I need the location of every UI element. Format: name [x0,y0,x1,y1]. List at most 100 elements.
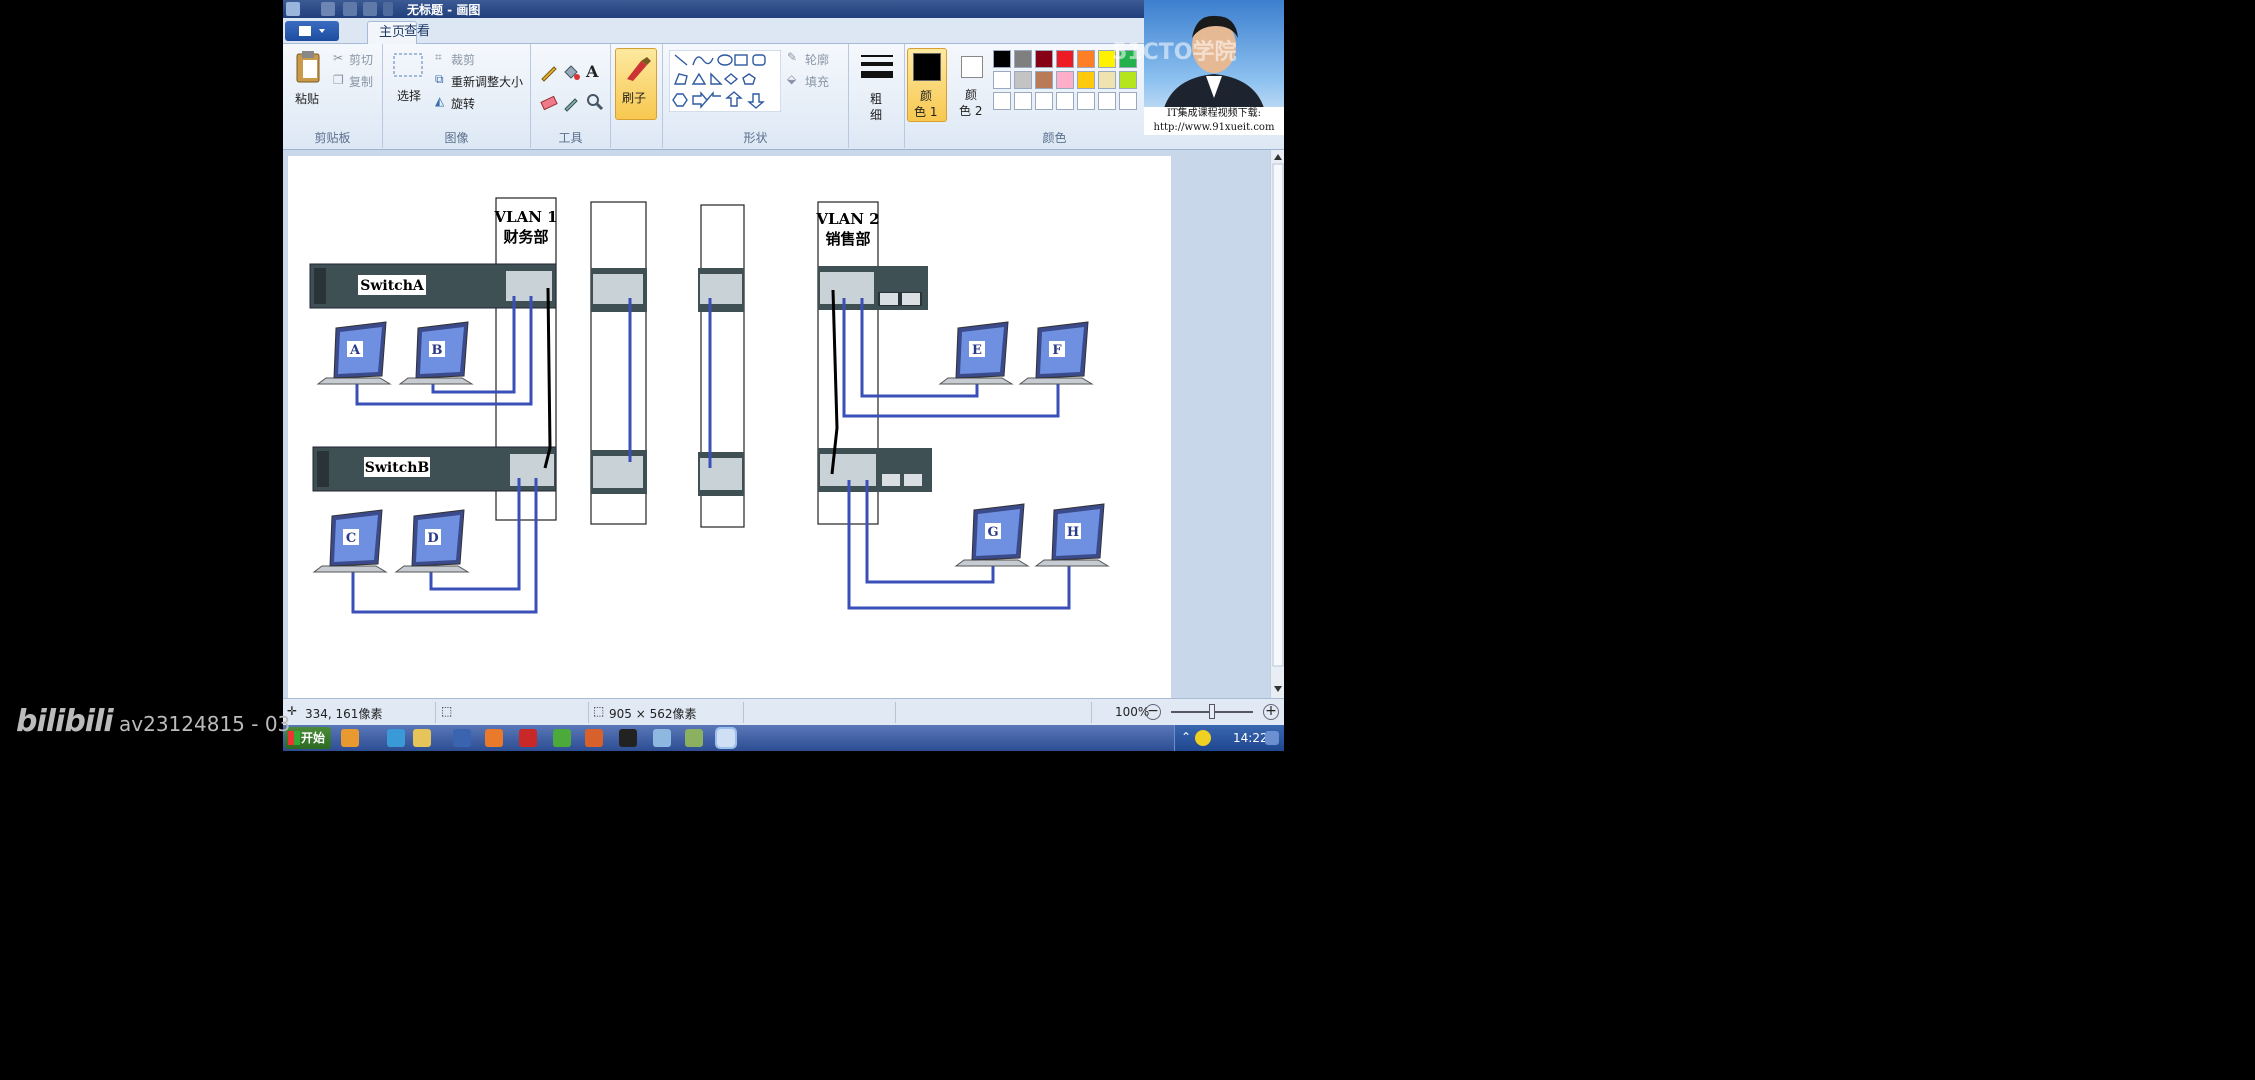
palette-color-swatch[interactable] [1098,92,1116,110]
magnifier-icon[interactable] [585,92,605,112]
eraser-icon[interactable] [539,92,559,112]
network-icon[interactable] [1195,730,1211,746]
watermark-51cto: 51CTO学院 [1112,40,1237,65]
tray-expand-icon[interactable]: ⌃ [1181,730,1191,744]
palette-color-swatch[interactable] [1014,50,1032,68]
zoom-slider-thumb[interactable] [1209,704,1215,719]
size-label-top: 粗 [870,92,883,106]
palette-color-swatch[interactable] [1119,71,1137,89]
color-picker-icon[interactable] [561,92,581,112]
color2-button[interactable]: 颜 色 2 [951,48,989,122]
color2-label-bottom: 色 2 [959,104,983,118]
palette-color-swatch[interactable] [1014,71,1032,89]
title-bar: 无标题 - 画图 [283,0,1284,18]
zoom-out-button[interactable]: − [1145,704,1161,720]
palette-color-swatch[interactable] [1077,71,1095,89]
copy-button[interactable]: ❐ 复制 [333,72,381,90]
host-label: H [1067,525,1079,540]
app-icon-1[interactable] [341,729,359,747]
size-button[interactable]: 粗 细 [855,50,899,124]
crop-button[interactable]: ⌗ 裁剪 [435,50,495,68]
laptop-host: F [1018,321,1094,385]
fill-button[interactable]: ⬙ 填充 [787,72,847,90]
outline-label: 轮廓 [805,53,830,67]
show-desktop-icon[interactable] [1265,731,1279,745]
tab-view[interactable]: 查看 [395,21,439,44]
window-title: 无标题 - 画图 [407,3,481,17]
image-group-label: 图像 [444,131,469,145]
undo-icon[interactable] [343,2,357,16]
switch-b-label: SwitchB [365,460,430,476]
save-icon[interactable] [321,2,335,16]
network-diagram: VLAN 1 财务部 VLAN 2 销售部 SwitchA SwitchB A … [309,197,1110,614]
brushes-button[interactable]: 刷子 [615,48,657,120]
rotate-label: 旋转 [451,97,476,111]
customize-quick-access-icon[interactable] [383,2,393,16]
color1-swatch [913,53,941,81]
app-icon-5[interactable] [485,729,503,747]
rotate-button[interactable]: ◭ 旋转 [435,94,495,112]
tools-group-label: 工具 [558,131,583,145]
cmd-icon[interactable] [619,729,637,747]
switch-b: SwitchB [312,446,932,496]
resize-button[interactable]: ⧉ 重新调整大小 [435,72,529,90]
palette-color-swatch[interactable] [1056,50,1074,68]
vertical-scrollbar[interactable] [1270,150,1284,698]
media-player-icon[interactable] [519,729,537,747]
palette-color-swatch[interactable] [1056,71,1074,89]
select-rectangle-icon [393,53,423,77]
text-tool-icon[interactable]: A [586,62,598,81]
palette-color-swatch[interactable] [1035,92,1053,110]
file-menu-button[interactable] [285,21,339,41]
palette-color-swatch[interactable] [1035,71,1053,89]
group-brushes: 刷子 [611,44,663,148]
select-button[interactable]: 选择 [393,52,427,118]
powerpoint-icon[interactable] [585,729,603,747]
cut-button[interactable]: ✂ 剪切 [333,50,381,68]
fill-label: 填充 [805,75,830,89]
app-icon-11[interactable] [685,729,703,747]
host-label: C [346,531,356,546]
fill-bucket-icon[interactable] [561,62,581,82]
palette-color-swatch[interactable] [1077,50,1095,68]
outline-button[interactable]: ✎ 轮廓 [787,50,847,68]
shapes-gallery[interactable] [669,50,781,112]
palette-color-swatch[interactable] [993,92,1011,110]
palette-color-swatch[interactable] [993,50,1011,68]
resize-label: 重新调整大小 [451,75,524,89]
redo-icon[interactable] [363,2,377,16]
fill-icon: ⬙ [787,72,797,86]
outline-icon: ✎ [787,50,798,64]
drawing-canvas[interactable]: VLAN 1 财务部 VLAN 2 销售部 SwitchA SwitchB A … [288,156,1171,698]
paint-taskbar-icon[interactable] [715,727,737,749]
brush-icon [627,57,651,81]
browser-icon[interactable] [553,729,571,747]
vlan2-sub: 销售部 [825,230,870,248]
ie-icon[interactable] [387,729,405,747]
app-icon-10[interactable] [653,729,671,747]
palette-color-swatch[interactable] [1035,50,1053,68]
app-icon-4[interactable] [453,729,471,747]
color1-button[interactable]: 颜 色 1 [907,48,947,122]
palette-color-swatch[interactable] [1056,92,1074,110]
palette-color-swatch[interactable] [1077,92,1095,110]
switch-a-label: SwitchA [360,278,425,294]
palette-color-swatch[interactable] [993,71,1011,89]
rotate-icon: ◭ [435,94,445,108]
color1-label-bottom: 色 1 [914,105,938,119]
explorer-icon[interactable] [413,729,431,747]
palette-color-swatch[interactable] [1014,92,1032,110]
palette-color-swatch[interactable] [1098,71,1116,89]
pencil-icon[interactable] [539,62,559,82]
webcam-caption-line1: IT集成课程视频下载: [1144,107,1284,121]
start-button[interactable]: 开始 [285,727,331,749]
selection-size-icon: ⬚ [441,704,453,718]
zoom-in-button[interactable]: + [1263,704,1279,720]
group-shapes: ✎ 轮廓 ⬙ 填充 形状 [663,44,849,148]
palette-color-swatch[interactable] [1119,92,1137,110]
video-id: av23124815 - 03 [119,712,291,736]
paste-button[interactable]: 粘贴 [291,48,327,124]
line-width-icon [861,55,893,78]
app-menu-icon[interactable] [286,2,300,16]
cursor-position: 334, 161像素 [305,707,383,721]
